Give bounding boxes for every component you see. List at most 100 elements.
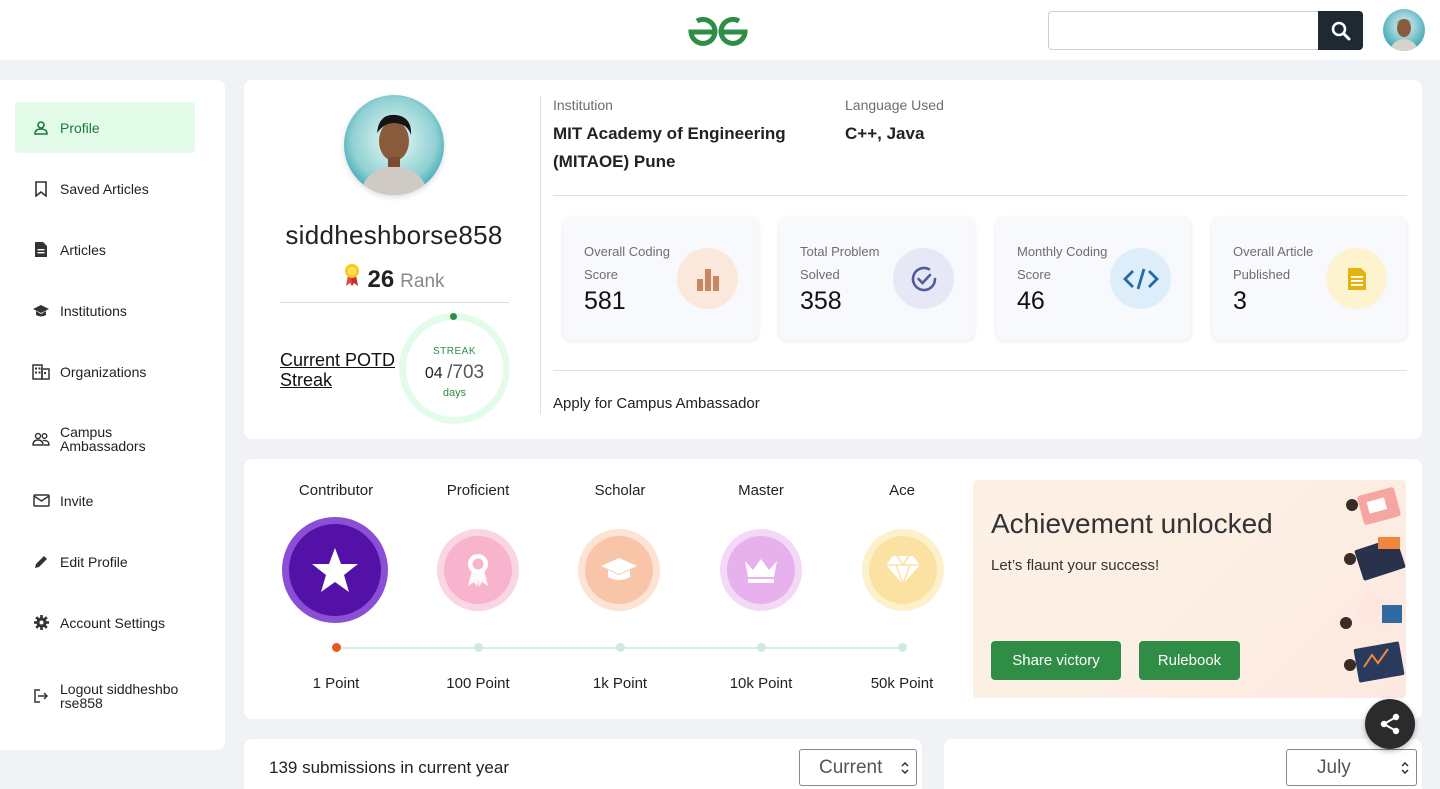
badge-points: 1k Point <box>592 675 648 692</box>
divider <box>280 302 509 303</box>
vertical-divider <box>540 96 541 414</box>
sidebar-item-invite[interactable]: Invite <box>15 475 195 526</box>
sidebar: Profile Saved Articles Articles Institut… <box>0 80 225 750</box>
sidebar-item-edit-profile[interactable]: Edit Profile <box>15 536 195 587</box>
sidebar-item-campus-ambassadors[interactable]: Campus Ambassadors <box>15 413 195 464</box>
stat-card-monthly-score: Monthly Coding Score 46 <box>996 217 1191 340</box>
share-fab-button[interactable] <box>1365 699 1415 749</box>
calendar-card: July <box>944 739 1422 789</box>
search-input[interactable] <box>1048 11 1320 50</box>
badge-points: 10k Point <box>729 675 793 692</box>
sidebar-item-label: Institutions <box>60 302 127 319</box>
sidebar-item-articles[interactable]: Articles <box>15 224 195 275</box>
stat-label: Overall Coding Score <box>584 244 670 282</box>
sidebar-item-profile[interactable]: Profile <box>15 102 195 153</box>
logout-icon <box>32 687 50 705</box>
search-icon <box>1331 21 1350 40</box>
streak-current: 04 <box>424 365 443 382</box>
bar-chart-icon <box>677 248 738 309</box>
achievement-subtitle: Let’s flaunt your success! <box>991 557 1160 574</box>
code-icon <box>1110 248 1171 309</box>
progress-dot <box>474 643 483 652</box>
chevron-updown-icon <box>1401 762 1409 774</box>
language-label: Language Used <box>845 97 944 113</box>
year-select-value: Current <box>819 756 883 778</box>
streak-total: /703 <box>447 362 485 383</box>
building-icon <box>32 363 50 381</box>
rank-value: 26 <box>367 266 395 293</box>
people-icon <box>32 430 50 448</box>
article-icon <box>1326 248 1387 309</box>
streak-circle: STREAK 04 /703 days <box>399 313 510 424</box>
graduation-cap-icon <box>32 302 50 320</box>
progress-dot-achieved <box>332 643 341 652</box>
search-bar <box>1048 11 1363 50</box>
submissions-card: 139 submissions in current year Current <box>244 739 922 789</box>
stat-value: 46 <box>1017 287 1045 315</box>
sidebar-item-label: Profile <box>60 119 100 136</box>
streak-title: STREAK <box>432 346 476 357</box>
rank-label: Rank <box>400 271 445 292</box>
sidebar-item-label: Organizations <box>60 363 147 380</box>
rulebook-button[interactable]: Rulebook <box>1139 641 1240 680</box>
divider <box>553 195 1407 196</box>
potd-streak-link[interactable]: Current POTD Streak <box>280 350 400 390</box>
badge-points: 1 Point <box>312 675 360 692</box>
badge-title: Contributor <box>298 482 374 499</box>
institution-label: Institution <box>553 97 613 113</box>
month-select-value: July <box>1317 756 1351 778</box>
stat-label: Overall Article Published <box>1233 244 1314 282</box>
sidebar-item-saved-articles[interactable]: Saved Articles <box>15 163 195 214</box>
people-illustration-icon <box>1338 485 1406 690</box>
gfg-logo-icon[interactable] <box>686 15 750 47</box>
profile-card: siddheshborse858 26 Rank Current POTD St… <box>244 80 1422 439</box>
username: siddheshborse858 <box>285 220 503 250</box>
institution-value: MIT Academy of Engineering (MITAOE) Pune <box>553 124 786 171</box>
badges-card: Contributor Proficient Scholar Master Ac… <box>244 459 1422 719</box>
search-button[interactable] <box>1318 11 1363 50</box>
sidebar-item-organizations[interactable]: Organizations <box>15 346 195 397</box>
achievement-panel: Achievement unlocked Let’s flaunt your s… <box>973 480 1406 698</box>
share-victory-button[interactable]: Share victory <box>991 641 1121 680</box>
user-icon <box>32 119 50 137</box>
apply-campus-ambassador-link[interactable]: Apply for Campus Ambassador <box>553 395 760 412</box>
sidebar-item-account-settings[interactable]: Account Settings <box>15 597 195 648</box>
gear-icon <box>32 614 50 632</box>
bookmark-icon <box>32 180 50 198</box>
language-value: C++, Java <box>845 124 925 143</box>
progress-dot <box>757 643 766 652</box>
stat-card-coding-score: Overall Coding Score 581 <box>563 217 758 340</box>
profile-avatar <box>344 95 444 195</box>
sidebar-item-label: Articles <box>60 241 106 258</box>
streak-unit: days <box>442 387 467 399</box>
rank-row: 26 Rank <box>244 263 544 294</box>
badge-title: Ace <box>889 482 915 499</box>
badge-points: 100 Point <box>446 675 510 692</box>
sidebar-item-logout[interactable]: Logout siddheshborse858 <box>15 670 195 721</box>
progress-dot <box>616 643 625 652</box>
badge-title: Proficient <box>446 482 510 499</box>
badge-points: 50k Point <box>870 675 934 692</box>
sidebar-item-institutions[interactable]: Institutions <box>15 285 195 336</box>
stat-value: 581 <box>584 287 626 315</box>
stat-card-articles-published: Overall Article Published 3 <box>1212 217 1407 340</box>
streak-progress-dot <box>450 313 457 320</box>
top-header <box>0 0 1440 60</box>
check-circle-icon <box>893 248 954 309</box>
stat-value: 3 <box>1233 287 1247 315</box>
sidebar-item-label: Invite <box>60 492 94 509</box>
year-select[interactable]: Current <box>799 749 917 786</box>
sidebar-item-label: Campus Ambassadors <box>60 423 146 454</box>
diamond-icon <box>862 529 944 611</box>
ribbon-icon <box>437 529 519 611</box>
header-avatar[interactable] <box>1383 9 1425 51</box>
achievement-title: Achievement unlocked <box>991 508 1273 539</box>
month-select[interactable]: July <box>1286 749 1417 786</box>
sidebar-item-label: Logout siddheshborse858 <box>60 680 179 711</box>
stat-label: Total Problem Solved <box>800 244 880 282</box>
medal-icon <box>343 263 361 292</box>
stat-card-problems-solved: Total Problem Solved 358 <box>779 217 974 340</box>
progress-dot <box>898 643 907 652</box>
submissions-title: 139 submissions in current year <box>269 758 510 777</box>
stat-label: Monthly Coding Score <box>1017 244 1108 282</box>
